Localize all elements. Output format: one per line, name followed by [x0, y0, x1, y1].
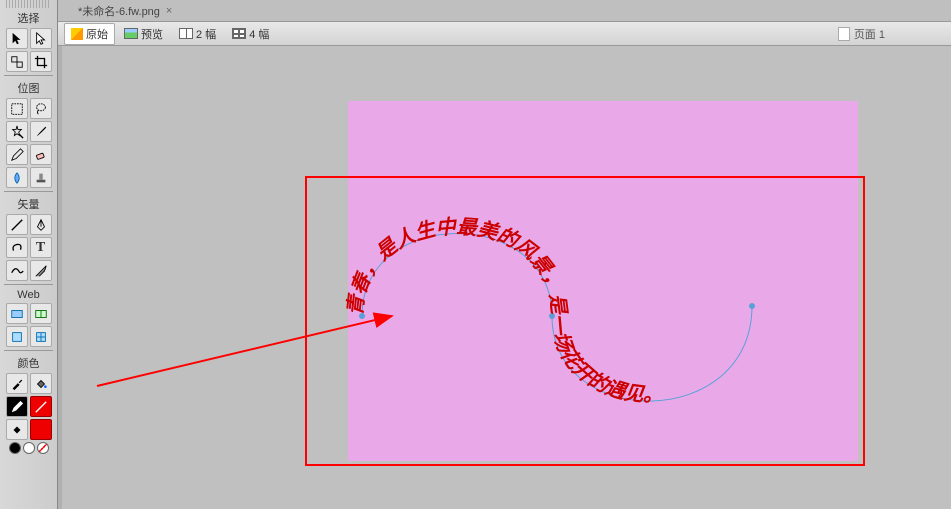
swap-colors-icon[interactable] — [23, 442, 35, 454]
panel-grip[interactable] — [6, 0, 51, 8]
canvas-area[interactable]: 青春，是人生中最美的风景，是一场花开的遇见。 — [58, 46, 951, 509]
view-2up-label: 2 幅 — [196, 26, 216, 42]
svg-text:青春，是人生中最美的风景，是一场花开的遇见。: 青春，是人生中最美的风景，是一场花开的遇见。 — [344, 215, 664, 406]
section-label-vector: 矢量 — [0, 194, 57, 213]
split4-icon — [232, 28, 246, 39]
freeform-tool[interactable] — [6, 260, 28, 281]
crop-tool[interactable] — [30, 51, 52, 72]
view-4up-button[interactable]: 4 幅 — [225, 23, 276, 45]
pencil-tool[interactable] — [6, 144, 28, 165]
show-slice-tool[interactable] — [30, 326, 52, 347]
stamp-tool[interactable] — [30, 167, 52, 188]
paint-bucket-swatch[interactable] — [6, 419, 28, 440]
bucket-tool[interactable] — [30, 373, 52, 394]
blur-tool[interactable] — [6, 167, 28, 188]
view-4up-label: 4 幅 — [249, 26, 269, 42]
view-original-button[interactable]: 原始 — [64, 23, 115, 45]
pen-tool[interactable] — [30, 214, 52, 235]
curved-text[interactable]: 青春，是人生中最美的风景，是一场花开的遇见。 — [344, 215, 664, 406]
close-icon[interactable]: × — [166, 5, 172, 17]
line-tool[interactable] — [6, 214, 28, 235]
marquee-tool[interactable] — [6, 98, 28, 119]
slice-tool[interactable] — [30, 303, 52, 324]
eyedropper-tool[interactable] — [6, 373, 28, 394]
default-colors-icon[interactable] — [9, 442, 21, 454]
text-tool[interactable]: T — [30, 237, 52, 258]
view-original-label: 原始 — [86, 26, 108, 42]
pencil-icon — [71, 28, 83, 40]
page-label-text: 页面 1 — [854, 26, 885, 42]
scale-tool[interactable] — [6, 51, 28, 72]
brush-tool[interactable] — [30, 121, 52, 142]
tools-panel: 选择 位图 矢量 T Web — [0, 0, 58, 509]
text-on-path-object[interactable]: 青春，是人生中最美的风景，是一场花开的遇见。 — [322, 196, 822, 456]
stroke-color-swatch[interactable] — [6, 396, 28, 417]
section-label-color: 颜色 — [0, 353, 57, 372]
knife-tool[interactable] — [30, 260, 52, 281]
preview-icon — [124, 28, 138, 39]
document-tab-title: *未命名-6.fw.png — [78, 3, 160, 19]
wand-tool[interactable] — [6, 121, 28, 142]
document-tab[interactable]: *未命名-6.fw.png × — [70, 1, 180, 21]
split2-icon — [179, 28, 193, 39]
hide-slice-tool[interactable] — [6, 326, 28, 347]
fill-color-swatch[interactable] — [30, 396, 52, 417]
shape-tool[interactable] — [6, 237, 28, 258]
view-preview-label: 预览 — [141, 26, 163, 42]
view-preview-button[interactable]: 预览 — [117, 23, 170, 45]
section-label-web: Web — [0, 287, 57, 302]
path-anchor-end[interactable] — [749, 303, 755, 309]
eraser-tool[interactable] — [30, 144, 52, 165]
subselect-tool[interactable] — [30, 28, 52, 49]
section-label-select: 选择 — [0, 8, 57, 27]
document-tab-bar: *未命名-6.fw.png × — [58, 0, 951, 22]
section-label-bitmap: 位图 — [0, 78, 57, 97]
hotspot-tool[interactable] — [6, 303, 28, 324]
lasso-tool[interactable] — [30, 98, 52, 119]
view-2up-button[interactable]: 2 幅 — [172, 23, 223, 45]
pointer-tool[interactable] — [6, 28, 28, 49]
view-mode-bar: 原始 预览 2 幅 4 幅 页面 1 — [58, 22, 951, 46]
fill-swatch-2[interactable] — [30, 419, 52, 440]
page-indicator[interactable]: 页面 1 — [838, 26, 945, 42]
page-icon — [838, 27, 850, 41]
nofill-icon[interactable] — [37, 442, 49, 454]
